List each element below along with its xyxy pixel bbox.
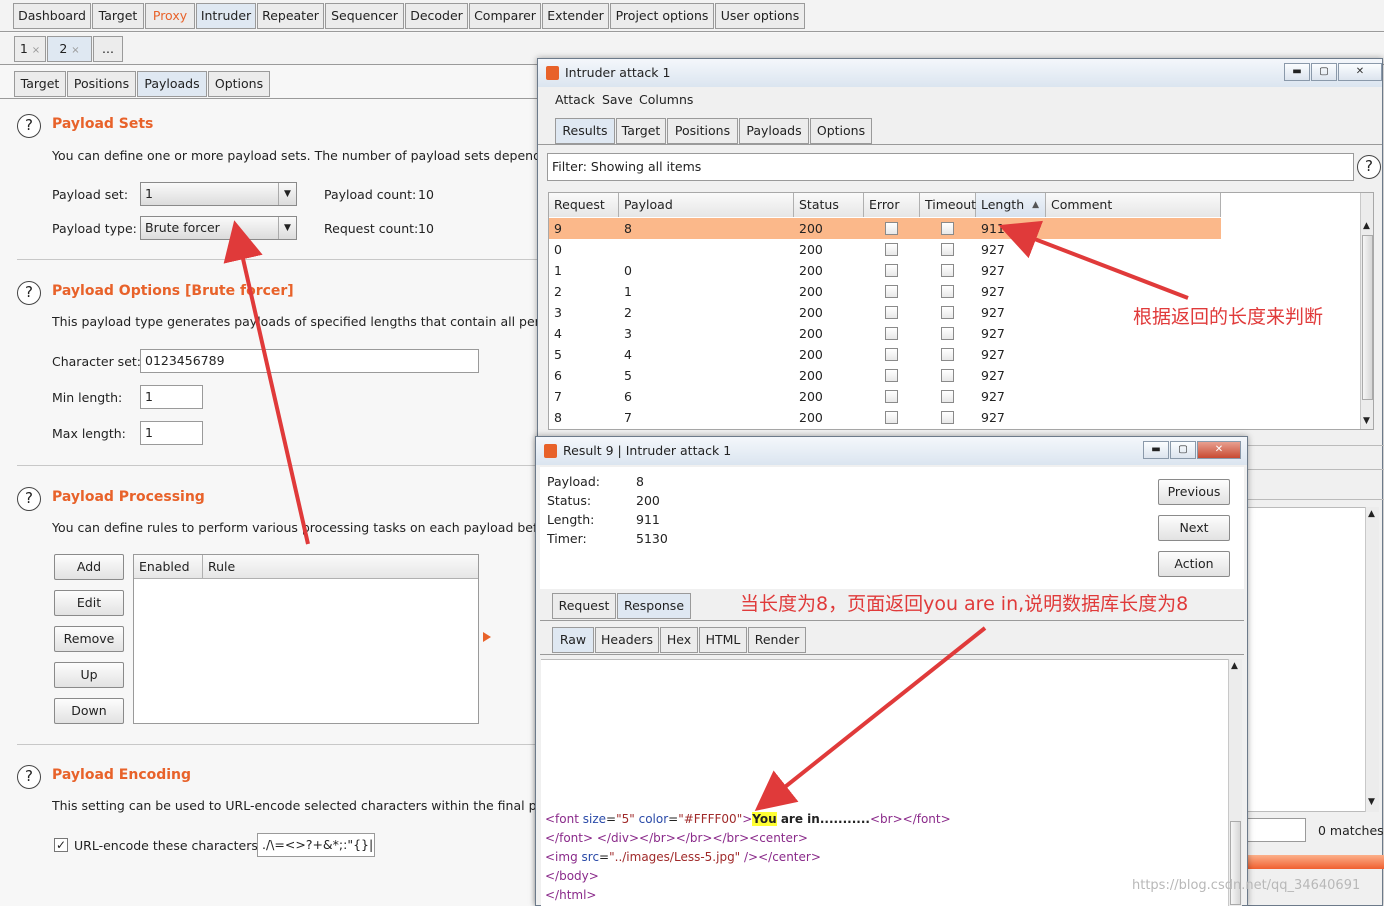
arrow-to-length	[998, 220, 1189, 300]
annotation-length-note: 根据返回的长度来判断	[1133, 306, 1324, 328]
arrow-to-payload-type	[223, 220, 310, 545]
annotation-arrows	[223, 220, 1189, 811]
annotation-you-are-in-note: 当长度为8，页面返回you are in,说明数据库长度为8	[740, 593, 1189, 615]
arrow-to-you-are-in	[754, 626, 987, 811]
watermark: https://blog.csdn.net/qq_34640691	[1132, 878, 1361, 893]
